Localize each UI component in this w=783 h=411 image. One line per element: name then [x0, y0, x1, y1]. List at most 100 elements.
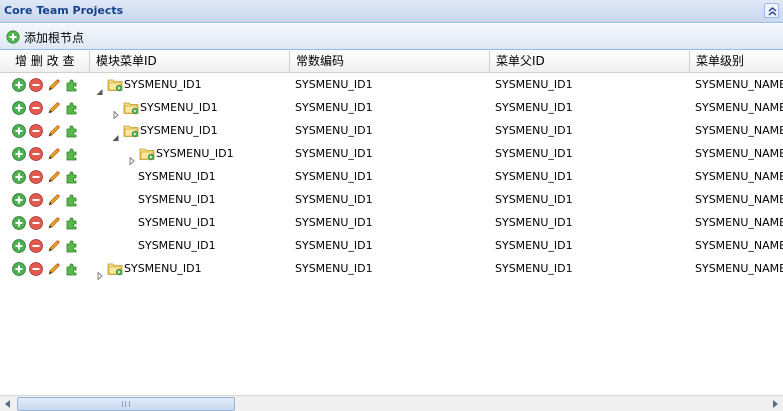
add-child-button[interactable]	[11, 146, 27, 162]
add-child-button[interactable]	[11, 261, 27, 277]
row-actions	[0, 119, 90, 142]
menu-level-cell: SYSMENU_NAME1	[695, 216, 783, 229]
view-button[interactable]	[64, 238, 80, 254]
menu-id-cell: SYSMENU_ID1	[90, 234, 290, 257]
table-row[interactable]: SYSMENU_ID1 SYSMENU_ID1 SYSMENU_ID1 SYSMENU…	[0, 188, 783, 211]
add-child-button[interactable]	[11, 192, 27, 208]
delete-button[interactable]	[28, 215, 44, 231]
menu-id-cell: SYSMENU_ID1	[90, 96, 290, 119]
add-child-button[interactable]	[11, 238, 27, 254]
column-header-parent-id[interactable]: 菜单父ID	[490, 51, 690, 73]
delete-button[interactable]	[28, 100, 44, 116]
pencil-icon	[48, 194, 60, 206]
view-button[interactable]	[64, 261, 80, 277]
scroll-thumb[interactable]	[17, 397, 235, 411]
delete-button[interactable]	[28, 146, 44, 162]
parent-id-cell: SYSMENU_ID1	[495, 262, 573, 275]
delete-button[interactable]	[28, 77, 44, 93]
parent-id-cell: SYSMENU_ID1	[495, 239, 573, 252]
parent-id-cell: SYSMENU_ID1	[495, 124, 573, 137]
const-code-cell: SYSMENU_ID1	[295, 239, 373, 252]
edit-button[interactable]	[46, 123, 62, 139]
menu-level-cell: SYSMENU_NAME1	[695, 147, 783, 160]
pencil-icon	[48, 263, 60, 275]
delete-button[interactable]	[28, 192, 44, 208]
edit-button[interactable]	[46, 169, 62, 185]
puzzle-icon	[66, 102, 77, 115]
collapse-node-toggle[interactable]	[112, 127, 120, 141]
column-header-level[interactable]: 菜单级别	[690, 51, 783, 73]
column-header-menu-id[interactable]: 模块菜单ID	[90, 51, 290, 73]
table-row[interactable]: SYSMENU_ID1 SYSMENU_ID1 SYSMENU_ID1 SYSMENU…	[0, 257, 783, 280]
const-code-cell: SYSMENU_ID1	[295, 124, 373, 137]
menu-level-cell: SYSMENU_NAME1	[695, 101, 783, 114]
scroll-left-button[interactable]	[0, 397, 16, 411]
collapse-panel-button[interactable]	[764, 3, 779, 18]
menu-level-cell: SYSMENU_NAME1	[695, 124, 783, 137]
view-button[interactable]	[64, 77, 80, 93]
add-circle-icon	[12, 262, 26, 276]
delete-circle-icon	[29, 124, 43, 138]
chevron-up-double-icon	[768, 7, 777, 16]
puzzle-icon	[66, 217, 77, 230]
delete-button[interactable]	[28, 123, 44, 139]
triangle-right-icon	[97, 271, 103, 280]
delete-button[interactable]	[28, 238, 44, 254]
menu-id-cell: SYSMENU_ID1	[90, 188, 290, 211]
row-actions	[0, 165, 90, 188]
triangle-right-icon	[113, 110, 119, 119]
table-row[interactable]: SYSMENU_ID1 SYSMENU_ID1 SYSMENU_ID1 SYSMENU…	[0, 165, 783, 188]
delete-button[interactable]	[28, 261, 44, 277]
view-button[interactable]	[64, 123, 80, 139]
column-header-const-code[interactable]: 常数编码	[290, 51, 490, 73]
column-header-actions[interactable]: 增 删 改 查	[0, 51, 90, 73]
pencil-icon	[48, 217, 60, 229]
table-row[interactable]: SYSMENU_ID1 SYSMENU_ID1 SYSMENU_ID1 SYSMENU…	[0, 96, 783, 119]
add-child-button[interactable]	[11, 100, 27, 116]
tree-grid-body: SYSMENU_ID1 SYSMENU_ID1 SYSMENU_ID1 SYSMENU…	[0, 73, 783, 393]
edit-button[interactable]	[46, 238, 62, 254]
collapse-node-toggle[interactable]	[96, 81, 104, 95]
table-row[interactable]: SYSMENU_ID1 SYSMENU_ID1 SYSMENU_ID1 SYSMENU…	[0, 73, 783, 96]
menu-id-cell: SYSMENU_ID1	[90, 142, 290, 165]
view-button[interactable]	[64, 215, 80, 231]
arrow-right-icon	[773, 400, 778, 408]
table-row[interactable]: SYSMENU_ID1 SYSMENU_ID1 SYSMENU_ID1 SYSMENU…	[0, 119, 783, 142]
edit-button[interactable]	[46, 100, 62, 116]
row-actions	[0, 234, 90, 257]
add-child-button[interactable]	[11, 77, 27, 93]
row-actions	[0, 96, 90, 119]
pencil-icon	[48, 102, 60, 114]
menu-id-text: SYSMENU_ID1	[138, 193, 216, 206]
edit-button[interactable]	[46, 146, 62, 162]
scroll-right-button[interactable]	[767, 397, 783, 411]
add-child-button[interactable]	[11, 169, 27, 185]
table-row[interactable]: SYSMENU_ID1 SYSMENU_ID1 SYSMENU_ID1 SYSMENU…	[0, 142, 783, 165]
row-actions	[0, 73, 90, 96]
horizontal-scrollbar[interactable]	[0, 395, 783, 411]
table-row[interactable]: SYSMENU_ID1 SYSMENU_ID1 SYSMENU_ID1 SYSMENU…	[0, 211, 783, 234]
view-button[interactable]	[64, 146, 80, 162]
edit-button[interactable]	[46, 192, 62, 208]
table-row[interactable]: SYSMENU_ID1 SYSMENU_ID1 SYSMENU_ID1 SYSMENU…	[0, 234, 783, 257]
const-code-cell: SYSMENU_ID1	[295, 101, 373, 114]
add-circle-icon	[12, 147, 26, 161]
view-button[interactable]	[64, 169, 80, 185]
expand-node-toggle[interactable]	[112, 104, 120, 119]
folder-icon	[107, 77, 123, 92]
edit-button[interactable]	[46, 77, 62, 93]
edit-button[interactable]	[46, 261, 62, 277]
edit-button[interactable]	[46, 215, 62, 231]
add-child-button[interactable]	[11, 215, 27, 231]
view-button[interactable]	[64, 192, 80, 208]
view-button[interactable]	[64, 100, 80, 116]
const-code-cell: SYSMENU_ID1	[295, 216, 373, 229]
puzzle-icon	[66, 194, 77, 207]
pencil-icon	[48, 171, 60, 183]
add-root-node-button[interactable]: 添加根节点	[6, 29, 84, 45]
const-code-cell: SYSMENU_ID1	[295, 262, 373, 275]
expand-node-toggle[interactable]	[96, 265, 104, 280]
expand-node-toggle[interactable]	[128, 150, 136, 165]
add-child-button[interactable]	[11, 123, 27, 139]
delete-button[interactable]	[28, 169, 44, 185]
